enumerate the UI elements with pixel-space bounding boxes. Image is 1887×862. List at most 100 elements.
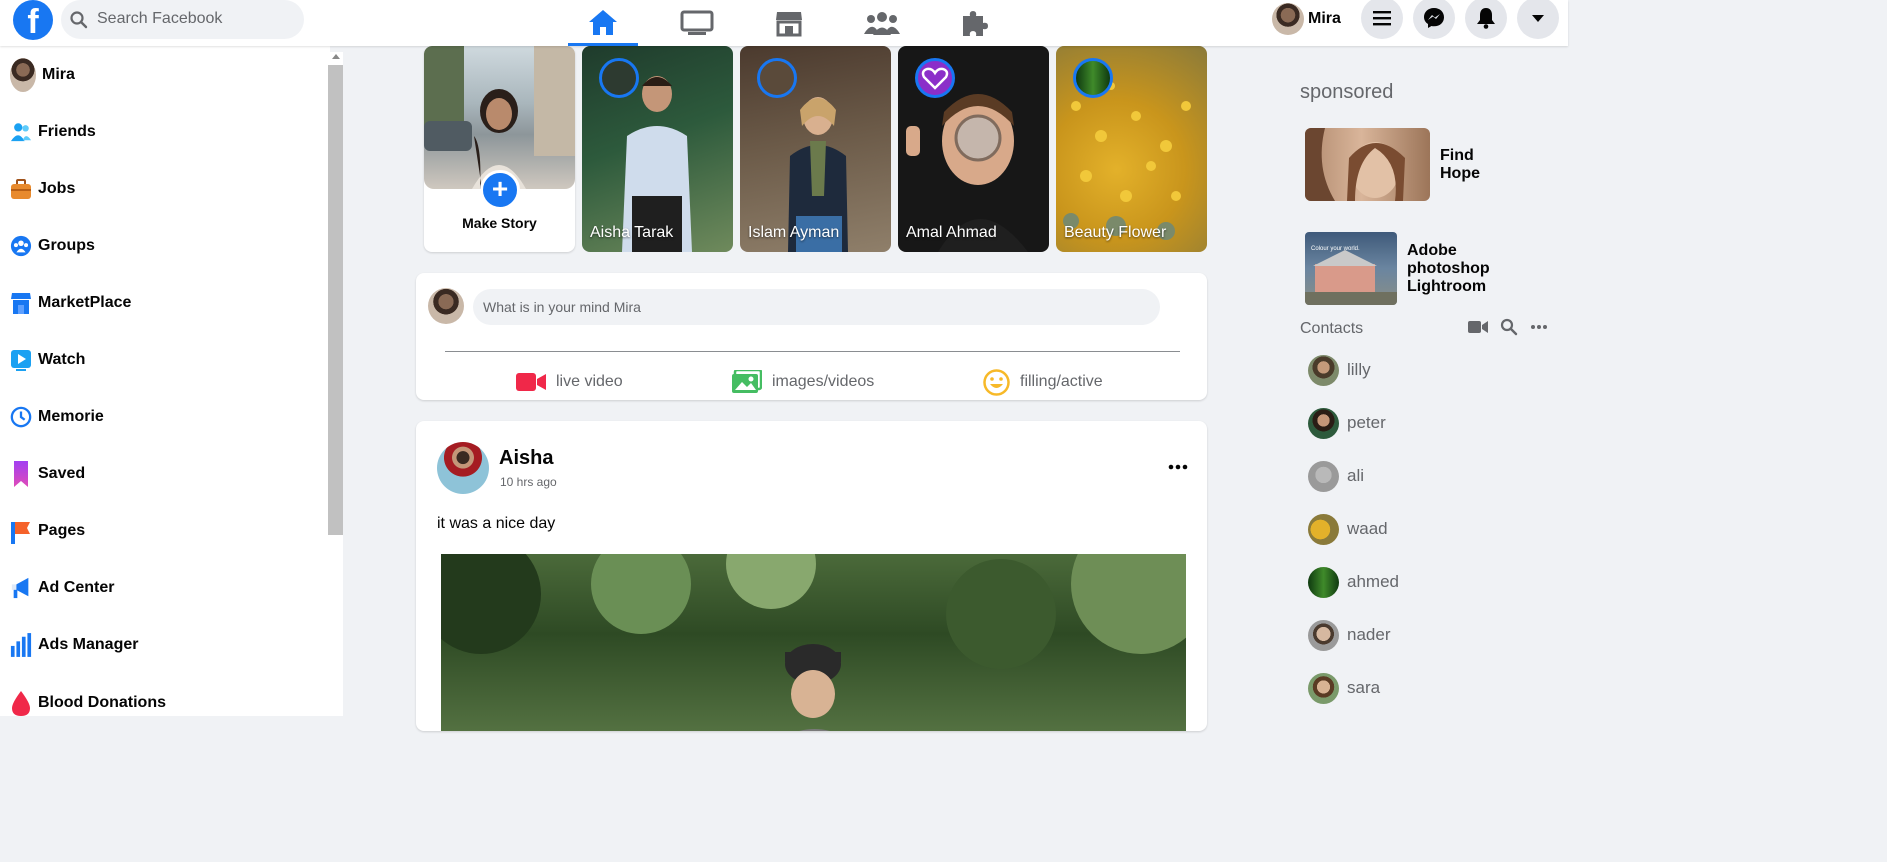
- search-input[interactable]: [97, 8, 292, 30]
- sidebar-item-label: Jobs: [38, 180, 76, 197]
- post-options-button[interactable]: [1166, 455, 1190, 479]
- ad-image: Colour your world.: [1305, 232, 1397, 305]
- add-story-button[interactable]: +: [480, 170, 520, 210]
- sidebar-item-blood-donations[interactable]: Blood Donations: [10, 683, 166, 723]
- contact-name: peter: [1347, 413, 1386, 432]
- contact-name: ali: [1347, 466, 1365, 485]
- pages-icon: [11, 522, 30, 544]
- live-video-icon: [516, 373, 546, 391]
- account-button[interactable]: [1517, 0, 1559, 39]
- avatar: [428, 288, 464, 324]
- sidebar-item-label: Memorie: [38, 408, 104, 425]
- contact-name: nader: [1347, 625, 1391, 644]
- post-author-avatar[interactable]: [437, 442, 489, 494]
- home-icon: [589, 9, 617, 35]
- sidebar-item-label: Mira: [42, 66, 75, 83]
- sidebar-item-profile[interactable]: Mira: [10, 55, 75, 95]
- sidebar-item-marketplace[interactable]: MarketPlace: [10, 283, 131, 323]
- sponsored-ad[interactable]: Find Hope: [1305, 128, 1480, 201]
- search-box[interactable]: [61, 0, 304, 39]
- sidebar-item-pages[interactable]: Pages: [10, 511, 85, 551]
- make-story-card[interactable]: + Make Story: [424, 46, 575, 252]
- post-composer: live video images/videos filling/active: [416, 273, 1207, 400]
- contact-item[interactable]: peter: [1308, 407, 1386, 439]
- avatar: [1308, 354, 1339, 386]
- ad-image-caption: Colour your world.: [1311, 246, 1360, 252]
- composer-input[interactable]: [473, 289, 1160, 325]
- ad-title: Find Hope: [1440, 146, 1480, 182]
- messenger-icon: [1424, 8, 1444, 28]
- street-scene-image: [424, 46, 575, 189]
- heart-icon: [921, 67, 949, 90]
- sidebar-item-label: Ads Manager: [38, 636, 139, 653]
- contact-item[interactable]: ali: [1308, 460, 1364, 492]
- scroll-up-arrow-icon[interactable]: [332, 54, 340, 59]
- story-card[interactable]: Aisha Tarak: [582, 46, 733, 252]
- sidebar-item-friends[interactable]: Friends: [10, 112, 96, 152]
- sidebar-item-saved[interactable]: Saved: [10, 454, 85, 494]
- avatar: [1272, 3, 1304, 35]
- live-video-button[interactable]: live video: [516, 368, 623, 396]
- messenger-button[interactable]: [1413, 0, 1455, 39]
- notifications-button[interactable]: [1465, 0, 1507, 39]
- story-card[interactable]: Amal Ahmad: [898, 46, 1049, 252]
- sidebar-item-label: Watch: [38, 351, 86, 368]
- top-navigation-bar: f Mira: [0, 0, 1568, 46]
- sidebar-scrollbar[interactable]: [328, 52, 343, 716]
- post-text: it was a nice day: [437, 515, 556, 532]
- tab-groups[interactable]: [847, 0, 917, 46]
- marketplace-icon: [776, 12, 802, 37]
- facebook-logo[interactable]: f: [13, 0, 53, 40]
- friends-icon: [10, 123, 32, 142]
- tab-gaming[interactable]: [939, 0, 1009, 46]
- story-name: Aisha Tarak: [590, 224, 674, 241]
- post-author-name[interactable]: Aisha: [499, 447, 553, 470]
- sidebar-item-watch[interactable]: Watch: [10, 340, 85, 380]
- sidebar-item-label: Blood Donations: [38, 694, 166, 711]
- story-avatar: [599, 58, 639, 98]
- post-timestamp[interactable]: 10 hrs ago: [500, 475, 557, 489]
- scroll-thumb[interactable]: [328, 65, 343, 535]
- composer-divider: [445, 351, 1180, 352]
- contact-item[interactable]: sara: [1308, 672, 1380, 704]
- photo-video-button[interactable]: images/videos: [732, 368, 874, 396]
- video-call-icon[interactable]: [1468, 320, 1488, 334]
- search-icon[interactable]: [1500, 318, 1518, 336]
- ad-image: [1305, 128, 1430, 201]
- avatar: [1308, 513, 1339, 545]
- sidebar-item-groups[interactable]: Groups: [10, 226, 95, 266]
- tab-home[interactable]: [568, 0, 638, 46]
- story-name: Islam Ayman: [748, 224, 840, 241]
- more-options-icon: [1168, 464, 1188, 470]
- groups-icon: [864, 12, 900, 35]
- story-avatar: [915, 58, 955, 98]
- sidebar-item-ad-center[interactable]: Ad Center: [10, 568, 114, 608]
- more-options-icon[interactable]: [1530, 324, 1548, 330]
- sidebar-item-label: Groups: [38, 237, 95, 254]
- avatar: [1308, 460, 1339, 492]
- story-avatar: [1073, 58, 1113, 98]
- contact-item[interactable]: waad: [1308, 513, 1388, 545]
- sidebar-item-memories[interactable]: Memorie: [10, 397, 104, 437]
- sponsored-ad[interactable]: Colour your world. Adobe photoshop Light…: [1305, 232, 1490, 305]
- blood-donations-icon: [12, 691, 30, 716]
- profile-chip[interactable]: Mira: [1272, 3, 1341, 35]
- tab-watch[interactable]: [662, 0, 732, 46]
- sidebar-item-label: Pages: [38, 522, 86, 539]
- jobs-icon: [11, 179, 31, 199]
- contact-item[interactable]: lilly: [1308, 354, 1371, 386]
- sidebar-item-ads-manager[interactable]: Ads Manager: [10, 625, 138, 665]
- story-card[interactable]: Beauty Flower: [1056, 46, 1207, 252]
- contact-item[interactable]: ahmed: [1308, 566, 1399, 598]
- story-card[interactable]: Islam Ayman: [740, 46, 891, 252]
- contact-item[interactable]: nader: [1308, 619, 1390, 651]
- sidebar-item-label: MarketPlace: [38, 294, 132, 311]
- feeling-activity-button[interactable]: filling/active: [983, 368, 1103, 396]
- marketplace-icon: [11, 293, 31, 314]
- contact-name: sara: [1347, 678, 1381, 697]
- menu-button[interactable]: [1361, 0, 1403, 39]
- sidebar-item-jobs[interactable]: Jobs: [10, 169, 75, 209]
- tab-marketplace[interactable]: [754, 0, 824, 46]
- post-image[interactable]: [441, 554, 1186, 731]
- contact-name: waad: [1347, 519, 1388, 538]
